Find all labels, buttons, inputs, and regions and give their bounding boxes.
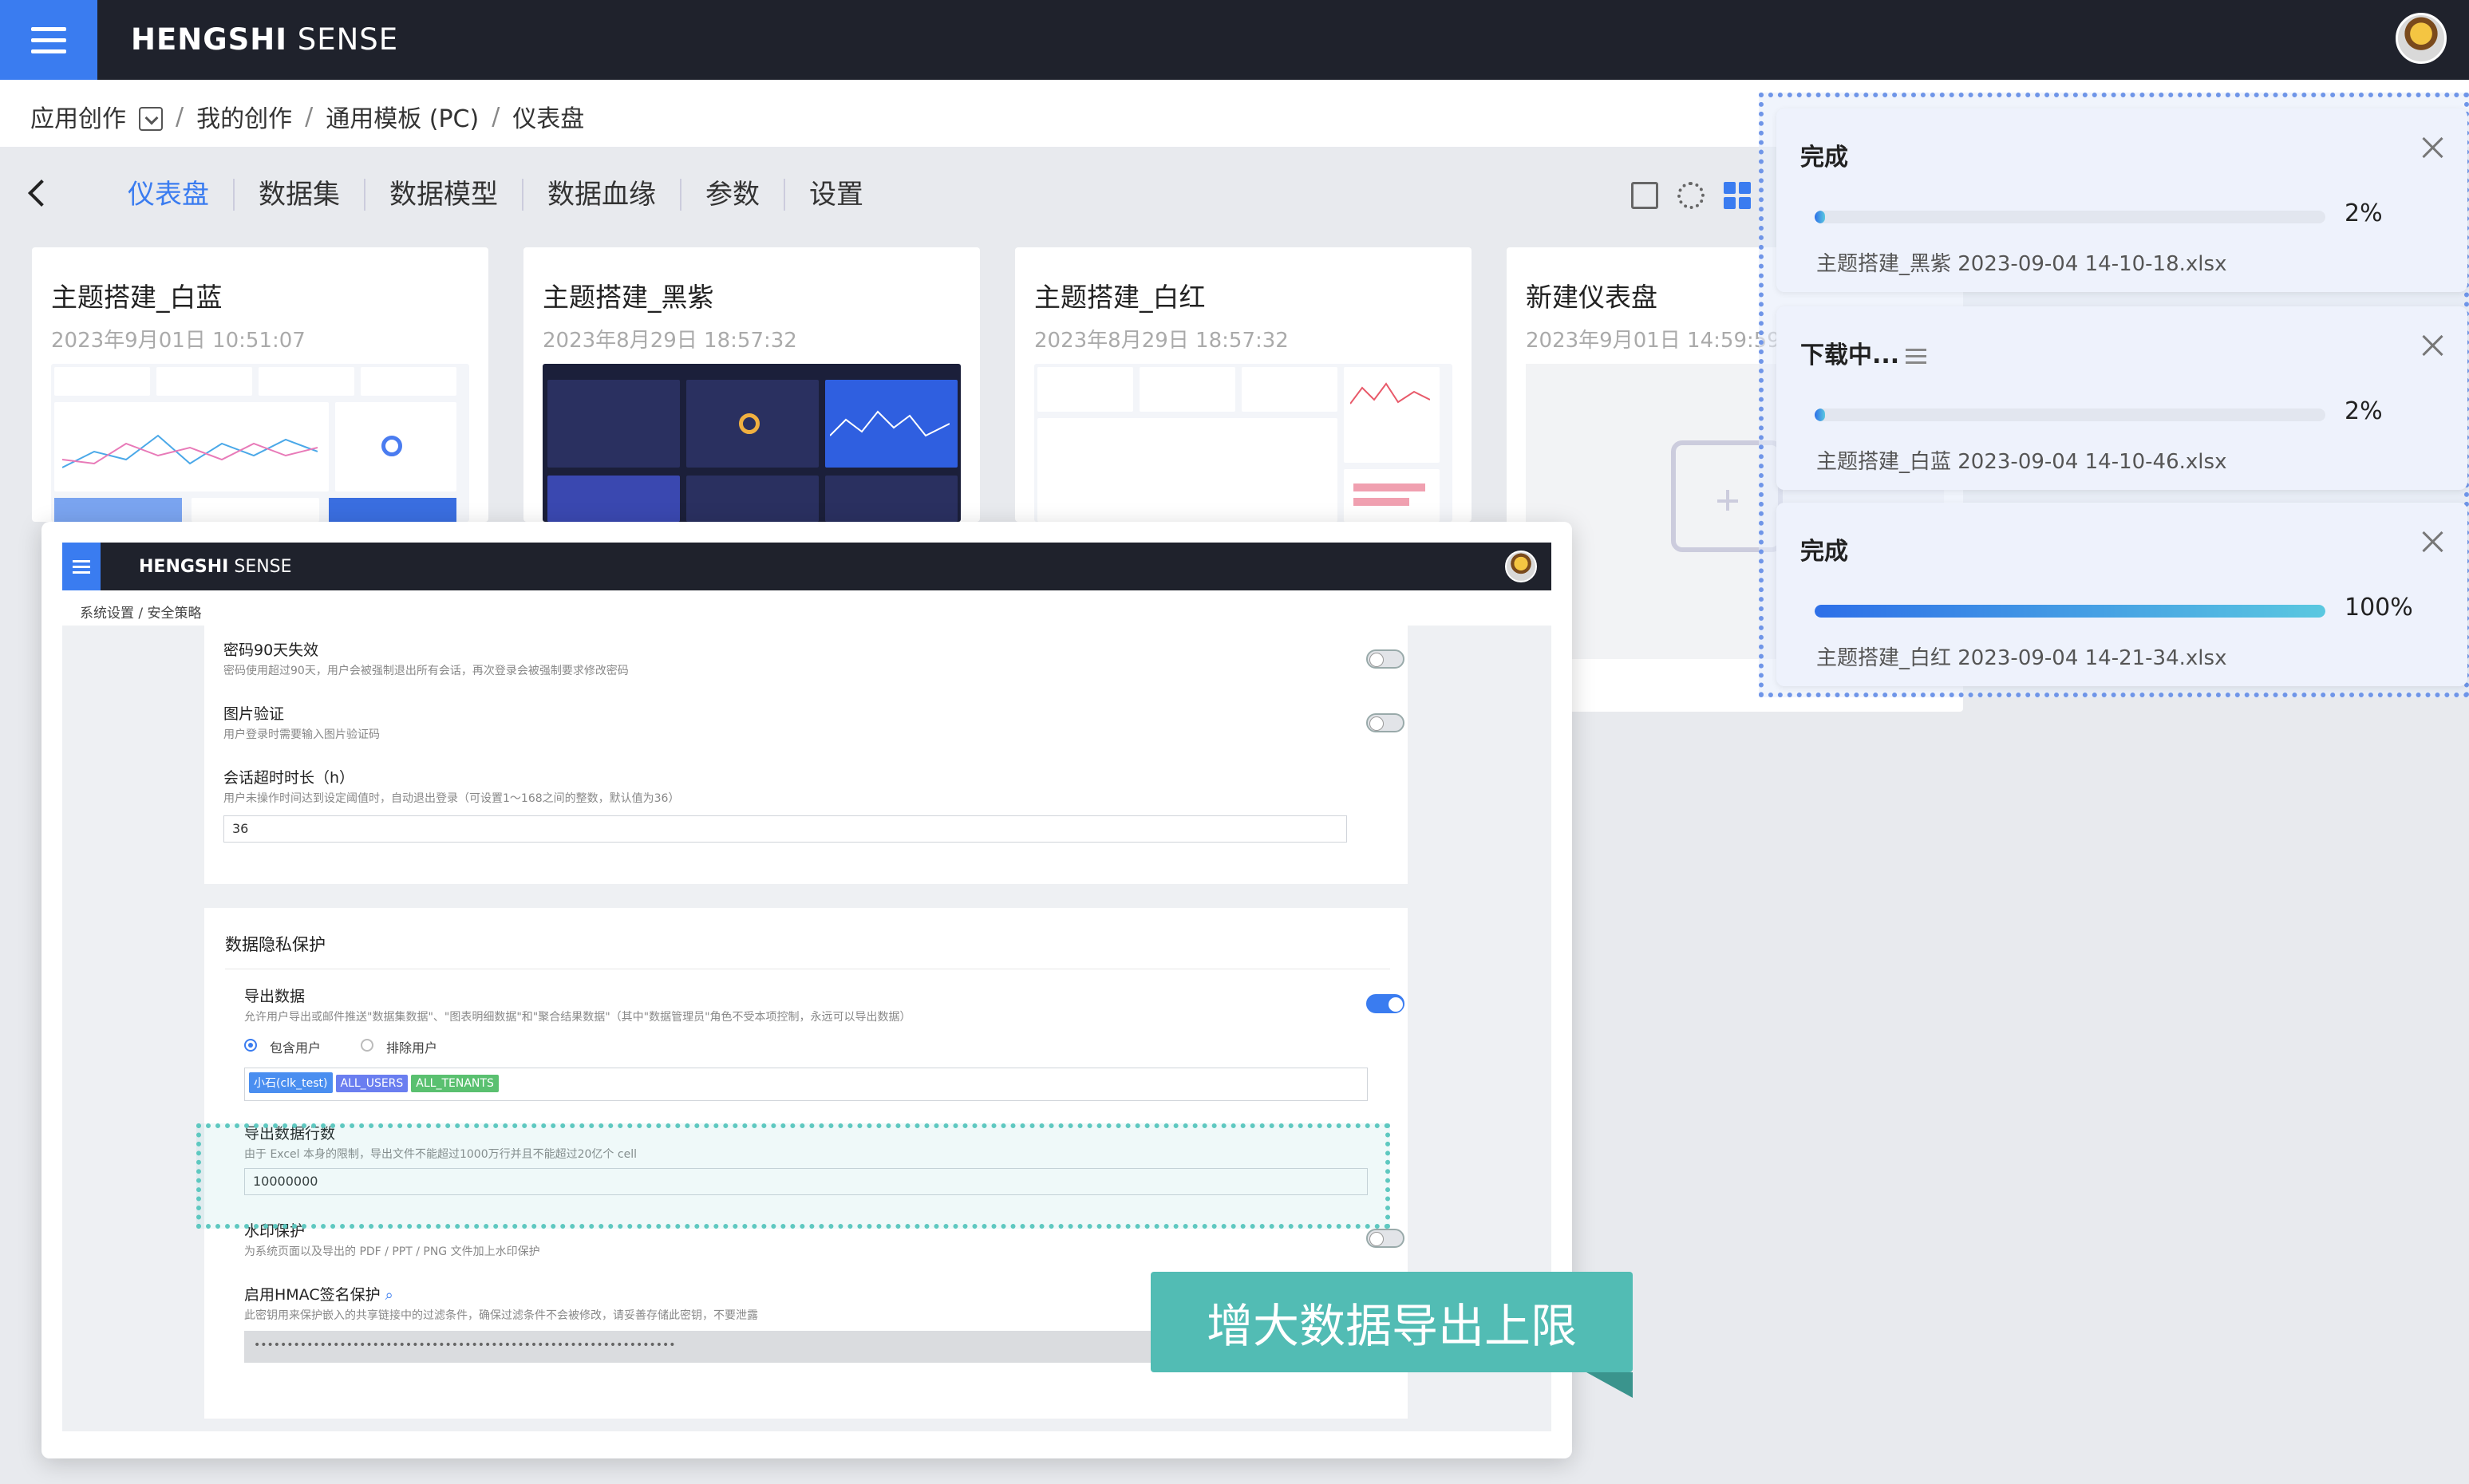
breadcrumb: 应用创作 / 我的创作 / 通用模板 (PC) / 仪表盘	[30, 99, 584, 134]
pwd-expire-toggle[interactable]	[1366, 649, 1404, 669]
inner-breadcrumb: 系统设置 / 安全策略	[80, 606, 202, 622]
privacy-section-title: 数据隐私保护	[225, 935, 326, 954]
user-avatar[interactable]	[2396, 13, 2447, 64]
export-data-title: 导出数据	[244, 988, 306, 1005]
download-filename: 主题搭建_黑紫 2023-09-04 14-10-18.xlsx	[1816, 252, 2227, 276]
back-arrow-icon[interactable]	[28, 180, 55, 207]
security-section: 密码90天失效 密码使用超过90天，用户会被强制退出所有会话，再次登录会被强制要…	[204, 626, 1408, 884]
download-item: 完成 100% 主题搭建_白红 2023-09-04 14-21-34.xlsx	[1776, 503, 2467, 686]
dashboard-thumbnail	[543, 364, 961, 522]
card-title: 主题搭建_白红	[1034, 282, 1206, 313]
download-panel: 完成 2% 主题搭建_黑紫 2023-09-04 14-10-18.xlsx 下…	[1759, 93, 2469, 697]
app-brand: HENGSHI SENSE	[131, 22, 399, 57]
dashboard-card[interactable]: 主题搭建_白红 2023年8月29日 18:57:32	[1015, 247, 1472, 522]
callout-banner: 增大数据导出上限	[1151, 1272, 1633, 1372]
inner-brand: HENGSHI SENSE	[139, 557, 292, 577]
download-item: 完成 2% 主题搭建_黑紫 2023-09-04 14-10-18.xlsx	[1776, 109, 2467, 292]
breadcrumb-item-current: 仪表盘	[512, 105, 585, 133]
dashboard-card[interactable]: 主题搭建_黑紫 2023年8月29日 18:57:32	[523, 247, 980, 522]
list-icon[interactable]	[1906, 349, 1927, 365]
download-status: 下载中...	[1800, 335, 1927, 370]
download-percent: 100%	[2345, 594, 2413, 622]
hamburger-menu-icon[interactable]	[0, 0, 97, 80]
export-data-toggle[interactable]	[1366, 994, 1404, 1013]
watermark-toggle[interactable]	[1366, 1229, 1404, 1248]
session-timeout-title: 会话超时时长（h）	[223, 769, 355, 787]
card-title: 新建仪表盘	[1526, 282, 1657, 313]
card-time: 2023年8月29日 18:57:32	[1034, 329, 1289, 353]
tab-dashboard[interactable]: 仪表盘	[104, 179, 235, 211]
user-tag[interactable]: ALL_TENANTS	[411, 1075, 499, 1092]
close-icon[interactable]	[2421, 136, 2445, 160]
tab-data-model[interactable]: 数据模型	[365, 179, 523, 211]
breadcrumb-item-template[interactable]: 通用模板 (PC)	[326, 99, 479, 134]
download-progress-bar	[1815, 211, 2325, 223]
card-title: 主题搭建_黑紫	[543, 282, 714, 313]
hmac-desc: 此密钥用来保护嵌入的共享链接中的过滤条件，确保过滤条件不会被修改，请妥善存储此密…	[244, 1309, 758, 1322]
chevron-down-icon[interactable]	[139, 107, 163, 131]
search-icon[interactable]: ⌕	[385, 1287, 393, 1304]
grid-view-icon[interactable]	[1724, 182, 1751, 209]
breadcrumb-item-my[interactable]: 我的创作	[196, 99, 292, 134]
radio-include-label: 包含用户	[270, 1040, 322, 1056]
download-progress-bar	[1815, 408, 2325, 421]
close-icon[interactable]	[2421, 334, 2445, 357]
user-tag-input[interactable]: 小石(clk_test) ALL_USERS ALL_TENANTS	[244, 1068, 1368, 1101]
download-filename: 主题搭建_白蓝 2023-09-04 14-10-46.xlsx	[1816, 450, 2227, 474]
inner-top-bar: HENGSHI SENSE	[62, 543, 1551, 590]
card-title: 主题搭建_白蓝	[51, 282, 223, 313]
dashboard-card[interactable]: 主题搭建_白蓝 2023年9月01日 10:51:07	[32, 247, 488, 522]
export-rows-highlight	[196, 1123, 1390, 1229]
pwd-expire-title: 密码90天失效	[223, 641, 319, 659]
captcha-toggle[interactable]	[1366, 713, 1404, 732]
top-bar: HENGSHI SENSE	[0, 0, 2469, 80]
radio-include-users[interactable]	[244, 1039, 257, 1052]
hmac-secret-field[interactable]: ••••••••••••••••••••••••••••••••••••••••…	[244, 1331, 1302, 1363]
export-data-desc: 允许用户导出或邮件推送"数据集数据"、"图表明细数据"和"聚合结果数据"（其中"…	[244, 1011, 911, 1024]
card-time: 2023年9月01日 14:59:59	[1526, 329, 1780, 353]
inner-hamburger-icon[interactable]	[62, 543, 101, 590]
download-progress-bar	[1815, 605, 2325, 618]
tab-data-lineage[interactable]: 数据血缘	[523, 179, 681, 211]
gear-icon[interactable]	[1677, 182, 1705, 209]
dashboard-thumbnail	[1034, 364, 1452, 522]
download-percent: 2%	[2345, 199, 2383, 227]
download-percent: 2%	[2345, 397, 2383, 425]
captcha-desc: 用户登录时需要输入图片验证码	[223, 728, 380, 741]
tab-dataset[interactable]: 数据集	[235, 179, 365, 211]
session-timeout-desc: 用户未操作时间达到设定阈值时，自动退出登录（可设置1～168之间的整数，默认值为…	[223, 792, 680, 805]
radio-exclude-users[interactable]	[361, 1039, 373, 1052]
user-tag[interactable]: ALL_USERS	[335, 1075, 409, 1092]
card-time: 2023年8月29日 18:57:32	[543, 329, 797, 353]
card-time: 2023年9月01日 10:51:07	[51, 329, 306, 353]
tab-settings[interactable]: 设置	[785, 179, 887, 211]
breadcrumb-item-app[interactable]: 应用创作	[30, 99, 126, 134]
close-icon[interactable]	[2421, 530, 2445, 554]
tab-bar: 仪表盘 数据集 数据模型 数据血缘 参数 设置	[0, 147, 1788, 247]
inner-avatar[interactable]	[1505, 551, 1537, 582]
user-tag[interactable]: 小石(clk_test)	[249, 1072, 333, 1093]
download-filename: 主题搭建_白红 2023-09-04 14-21-34.xlsx	[1816, 646, 2227, 670]
download-status: 完成	[1800, 144, 1848, 172]
presentation-icon[interactable]	[1631, 182, 1658, 209]
radio-exclude-label: 排除用户	[386, 1040, 438, 1056]
hmac-title: 启用HMAC签名保护 ⌕	[244, 1286, 393, 1304]
download-status: 完成	[1800, 538, 1848, 566]
tab-parameters[interactable]: 参数	[681, 179, 785, 211]
captcha-title: 图片验证	[223, 705, 285, 723]
dashboard-thumbnail	[51, 364, 469, 522]
session-timeout-input[interactable]: 36	[223, 815, 1347, 843]
download-item: 下载中... 2% 主题搭建_白蓝 2023-09-04 14-10-46.xl…	[1776, 306, 2467, 490]
callout-tail	[1586, 1372, 1633, 1398]
watermark-desc: 为系统页面以及导出的 PDF / PPT / PNG 文件加上水印保护	[244, 1245, 540, 1258]
pwd-expire-desc: 密码使用超过90天，用户会被强制退出所有会话，再次登录会被强制要求修改密码	[223, 665, 629, 677]
